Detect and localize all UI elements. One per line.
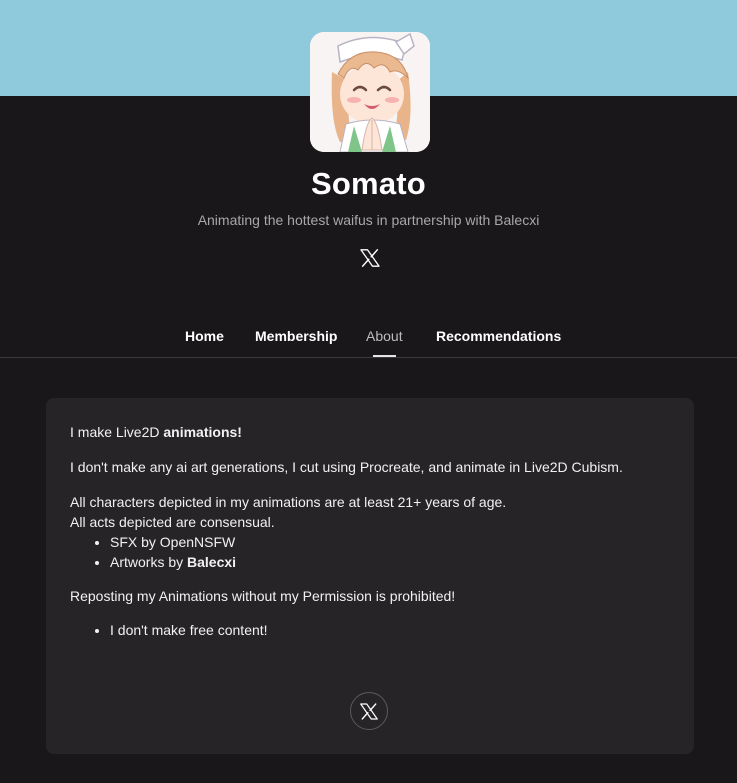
notes-list: I don't make free content! — [70, 620, 670, 640]
tab-recommendations[interactable]: Recommendations — [436, 328, 561, 344]
list-item-bold: Balecxi — [187, 554, 237, 570]
about-line-3: All characters depicted in my animations… — [70, 494, 507, 510]
list-item-text: Artworks by — [110, 554, 188, 570]
about-line-5: Reposting my Animations without my Permi… — [70, 588, 456, 604]
list-item: Artworks by Balecxi — [110, 552, 670, 572]
about-line-2: I don't make any ai art generations, I c… — [70, 459, 623, 475]
list-item: SFX by OpenNSFW — [110, 532, 670, 552]
creator-nav-tabs: Home Membership About Recommendations — [0, 328, 737, 358]
about-line-1-text: I make Live2D — [70, 424, 164, 440]
creator-name: Somato — [311, 166, 426, 201]
tab-about[interactable]: About — [366, 328, 403, 344]
about-text: I make Live2D animations! I don't make a… — [70, 422, 670, 640]
credits-list: SFX by OpenNSFW Artworks by Balecxi — [70, 532, 670, 572]
x-logo-icon — [360, 702, 378, 720]
list-item-text: SFX by OpenNSFW — [110, 534, 236, 550]
about-card: I make Live2D animations! I don't make a… — [46, 398, 694, 754]
x-social-button[interactable] — [350, 692, 388, 730]
creator-avatar[interactable] — [310, 32, 430, 152]
list-item: I don't make free content! — [110, 620, 670, 640]
nav-divider — [0, 357, 737, 358]
x-logo-icon — [360, 249, 380, 267]
tab-membership[interactable]: Membership — [255, 328, 337, 344]
list-item-text: I don't make free content! — [110, 622, 268, 638]
creator-tagline: Animating the hottest waifus in partners… — [197, 212, 540, 228]
about-line-1-bold: animations! — [163, 424, 242, 440]
tab-home[interactable]: Home — [185, 328, 224, 344]
avatar-illustration — [310, 32, 430, 152]
about-line-1: I make Live2D animations! — [70, 422, 670, 442]
x-social-link[interactable] — [358, 246, 382, 270]
about-line-4: All acts depicted are consensual. — [70, 514, 275, 530]
